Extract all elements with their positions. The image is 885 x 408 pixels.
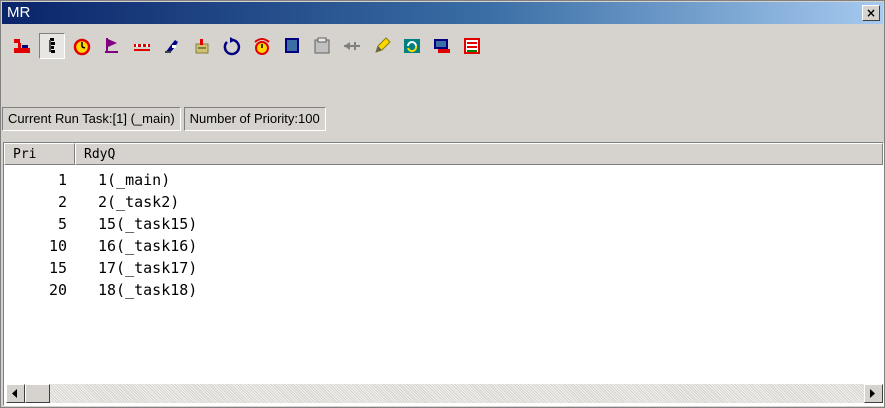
red-bars-icon[interactable]: [9, 33, 35, 59]
rdyq-cell: 18(_task18): [98, 281, 198, 299]
table-rows: 1 1(_main) 2 2(_task2) 5 15(_task15) 10 …: [4, 169, 197, 301]
mailbox-icon[interactable]: [189, 33, 215, 59]
rdyq-cell: 2(_task2): [98, 193, 180, 211]
mr-window: MR × Current Run Task:[1] (_main) Number…: [0, 0, 885, 408]
close-button[interactable]: ×: [862, 5, 880, 21]
ready-queue-icon[interactable]: [39, 33, 65, 59]
edit-icon[interactable]: [369, 33, 395, 59]
scroll-right-button[interactable]: [864, 384, 883, 403]
rdyq-cell: 1(_main): [98, 171, 171, 189]
rdyq-cell: 15(_task15): [98, 215, 198, 233]
toolbar: [9, 31, 485, 61]
pri-cell: 5: [57, 215, 67, 233]
arrow-right-icon: [870, 389, 875, 398]
table-row[interactable]: 1 1(_main): [4, 169, 197, 191]
scroll-thumb[interactable]: [25, 384, 50, 403]
pri-cell: 2: [57, 193, 67, 211]
pri-cell: 20: [48, 281, 67, 299]
context-icon[interactable]: [459, 33, 485, 59]
table-row[interactable]: 10 16(_task16): [4, 235, 197, 257]
title-bar[interactable]: MR ×: [2, 2, 883, 24]
number-of-priority: Number of Priority:100: [183, 107, 326, 131]
pri-cell: 1: [57, 171, 67, 189]
pri-cell: 10: [48, 237, 67, 255]
status-bar: Current Run Task:[1] (_main) Number of P…: [2, 107, 329, 131]
cycle-icon[interactable]: [219, 33, 245, 59]
alarm-handler-icon[interactable]: [249, 33, 275, 59]
rdyq-cell: 17(_task17): [98, 259, 198, 277]
window-title: MR: [7, 4, 31, 21]
key-icon[interactable]: [159, 33, 185, 59]
arrow-left-icon: [12, 389, 17, 398]
current-run-task: Current Run Task:[1] (_main): [2, 107, 181, 131]
table-row[interactable]: 2 2(_task2): [4, 191, 197, 213]
rdyq-cell: 16(_task16): [98, 237, 198, 255]
ready-queue-list[interactable]: Pri RdyQ 1 1(_main) 2 2(_task2) 5 15(_ta…: [3, 142, 884, 406]
flag-icon[interactable]: [99, 33, 125, 59]
pri-cell: 15: [48, 259, 67, 277]
alarm-clock-icon[interactable]: [69, 33, 95, 59]
refresh-icon[interactable]: [399, 33, 425, 59]
message-icon[interactable]: [129, 33, 155, 59]
scroll-left-button[interactable]: [6, 384, 25, 403]
table-row[interactable]: 20 18(_task18): [4, 279, 197, 301]
column-header-rdyq[interactable]: RdyQ: [75, 143, 883, 165]
horizontal-scrollbar[interactable]: [6, 384, 883, 403]
column-header-pri[interactable]: Pri: [4, 143, 75, 165]
display-icon[interactable]: [429, 33, 455, 59]
table-row[interactable]: 5 15(_task15): [4, 213, 197, 235]
memory-block-icon[interactable]: [309, 33, 335, 59]
memory-pool-icon[interactable]: [279, 33, 305, 59]
table-row[interactable]: 15 17(_task17): [4, 257, 197, 279]
port-icon[interactable]: [339, 33, 365, 59]
